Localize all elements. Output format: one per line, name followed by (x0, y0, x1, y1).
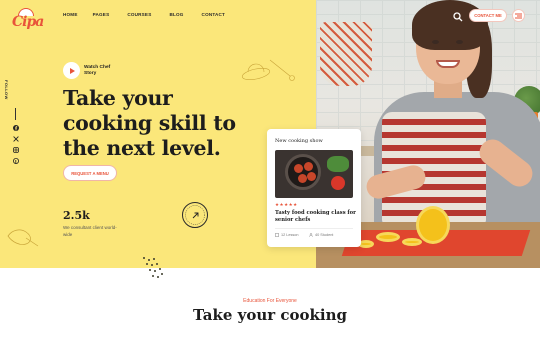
facebook-link[interactable] (12, 124, 19, 131)
pepper-slice (402, 238, 422, 246)
pot-holder-decor (320, 22, 372, 86)
x-link[interactable] (12, 135, 19, 142)
food-item (304, 162, 313, 171)
instagram-icon (12, 146, 19, 153)
card-title: New cooking show (275, 138, 323, 144)
instagram-link[interactable] (12, 146, 19, 153)
facebook-icon (12, 124, 19, 131)
arrow-up-right-icon (189, 209, 201, 221)
nav-blog[interactable]: BLOG (169, 12, 183, 17)
contact-me-button[interactable]: CONTACT ME (469, 9, 507, 22)
menu-icon (515, 13, 522, 18)
nav-contact[interactable]: CONTACT (202, 12, 226, 17)
play-button[interactable] (63, 62, 80, 79)
follow-label: FOLLOW (4, 80, 9, 100)
food-item (298, 174, 307, 183)
whisk-doodle-icon (7, 229, 39, 247)
section-kicker: Education For Everyone (243, 298, 297, 304)
pan (285, 154, 321, 190)
logo[interactable]: Cipa (12, 8, 44, 30)
search-button[interactable] (453, 9, 463, 22)
follow-divider (15, 108, 16, 120)
play-icon (70, 67, 75, 74)
nav-home[interactable]: HOME (63, 12, 78, 17)
lesson-meta: 12 Lesson (275, 233, 299, 237)
search-icon (453, 12, 463, 22)
spice-doodle-icon (143, 257, 163, 278)
main-nav: HOME PAGES COURSES BLOG CONTACT (63, 12, 243, 17)
pepper-slice (376, 232, 400, 242)
chef-eye (432, 40, 439, 44)
book-icon (275, 233, 279, 237)
chef-eye (456, 40, 463, 44)
pinterest-link[interactable] (12, 157, 19, 164)
card-divider (275, 228, 353, 229)
food-item (307, 172, 316, 181)
course-title[interactable]: Tasty food cooking class for senior chef… (275, 210, 357, 224)
user-icon (309, 233, 313, 237)
rating-stars: ★★★★★ (275, 202, 298, 207)
watch-label: Watch Chef Story (84, 64, 111, 76)
section-title: Take your cooking (193, 306, 347, 324)
explore-badge[interactable] (182, 202, 208, 228)
chef-hat-doodle-icon (241, 59, 295, 81)
watch-chef-story[interactable]: Watch Chef Story (63, 62, 114, 79)
student-count: 40 Student (315, 233, 334, 237)
hero-headline: Take your cooking skill to the next leve… (63, 86, 236, 160)
x-icon (12, 135, 19, 142)
nav-courses[interactable]: COURSES (127, 12, 151, 17)
chef-hair (412, 0, 488, 50)
pepper-slice (416, 206, 450, 244)
clients-caption: We consultant client world-wide (63, 225, 117, 237)
nav-pages[interactable]: PAGES (93, 12, 110, 17)
lesson-count: 12 Lesson (281, 233, 299, 237)
pinterest-icon (12, 157, 19, 164)
course-card[interactable]: New cooking show ★★★★★ Tasty food cookin… (267, 129, 361, 247)
student-meta: 40 Student (309, 233, 333, 237)
request-menu-button[interactable]: REQUEST A MENU (63, 165, 117, 181)
greens (327, 156, 349, 172)
course-image (275, 150, 353, 198)
logo-text: Cipa (12, 14, 44, 30)
tomato (331, 176, 345, 190)
food-item (294, 164, 303, 173)
menu-button[interactable] (512, 9, 525, 22)
clients-count: 2.5k (63, 209, 90, 222)
